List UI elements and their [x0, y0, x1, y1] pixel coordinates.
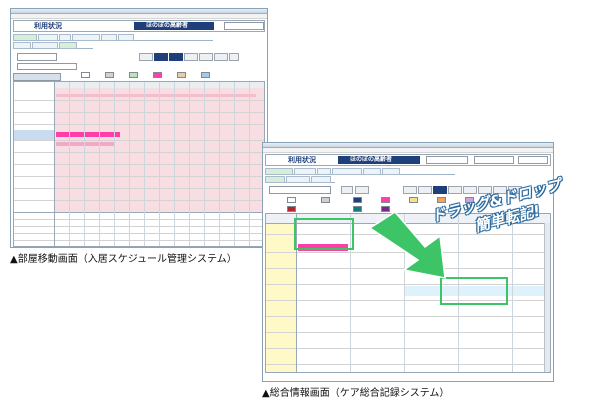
summary-rows [14, 212, 264, 246]
header-bar: 利用状況 ほのぼの高齢者 [265, 154, 551, 166]
room-number-column [266, 223, 296, 372]
legend-swatch-white [81, 72, 90, 78]
search-field[interactable] [17, 53, 57, 61]
toolbar-button-5[interactable] [199, 53, 213, 61]
extra-field[interactable] [518, 156, 548, 164]
display-button[interactable] [355, 186, 369, 194]
tab-2[interactable] [38, 34, 58, 41]
main-tab-row [13, 34, 213, 41]
legend-swatch-pink [153, 72, 162, 78]
menu-bar [263, 148, 553, 153]
toolbar-button-1[interactable] [139, 53, 153, 61]
main-tab-row [265, 168, 455, 175]
facility-select[interactable] [269, 186, 331, 194]
drag-source-box [294, 218, 354, 250]
legend-swatch-navy [353, 197, 362, 203]
toolbar-button-7[interactable] [229, 53, 239, 61]
subtab-1[interactable] [13, 42, 31, 49]
subtab-3[interactable] [311, 176, 331, 183]
tab-6[interactable] [382, 168, 400, 175]
room-move-header-button[interactable] [13, 73, 61, 81]
stay-bar-light-1[interactable] [56, 94, 256, 97]
user-field[interactable] [224, 22, 264, 30]
usage-status-button[interactable]: 利用状況 [288, 155, 316, 165]
legend-swatch-magenta [381, 197, 390, 203]
toolbar-button-1[interactable] [403, 186, 417, 194]
legend-swatch-gray [321, 197, 330, 203]
usage-status-button[interactable]: 利用状況 [34, 21, 62, 31]
legend-swatch-white [287, 197, 296, 203]
app-title-banner: ほのぼの高齢者 [338, 156, 420, 164]
toolbar-button-6[interactable] [214, 53, 228, 61]
menu-bar [11, 14, 267, 19]
stay-bar-pink-2[interactable] [56, 142, 114, 146]
scrollbar-vertical[interactable] [544, 223, 550, 372]
day-column-2 [350, 223, 404, 372]
screenshot-composite: 利用状況 ほのぼの高齢者 利用状況 ほのぼの高齢者 ドラッグ&ドロップ 簡単転記… [0, 0, 600, 400]
app-title-banner: ほのぼの高齢者 [134, 22, 214, 30]
toolbar-button-2[interactable] [154, 53, 168, 61]
app-title: ほのぼの高齢者 [350, 156, 393, 163]
legend-swatch-tan [177, 72, 186, 78]
legend-swatch-yellow [409, 197, 418, 203]
tab-4[interactable] [332, 168, 362, 175]
header-bar: 利用状況 ほのぼの高齢者 [13, 20, 265, 32]
toolbar-button-3[interactable] [169, 53, 183, 61]
legend-bar [81, 71, 265, 79]
schedule-grid [13, 81, 265, 247]
right-caption: ▲総合情報画面（ケア総合記録システム） [262, 388, 450, 399]
tab-1[interactable] [13, 34, 37, 41]
facility-select[interactable] [17, 63, 77, 70]
tab-5[interactable] [363, 168, 381, 175]
legend-swatch-green [129, 72, 138, 78]
legend-swatch-blue [201, 72, 210, 78]
tab-3[interactable] [317, 168, 331, 175]
filter-button[interactable] [341, 186, 353, 194]
subtab-3[interactable] [59, 42, 77, 49]
legend-swatch-purple [381, 206, 390, 212]
left-caption: ▲部屋移動画面（入居スケジュール管理システム） [10, 254, 237, 265]
subtab-1[interactable] [265, 176, 285, 183]
tab-4[interactable] [72, 34, 100, 41]
info-field[interactable] [474, 156, 514, 164]
sub-tab-row [13, 42, 93, 49]
app-title: ほのぼの高齢者 [146, 22, 189, 29]
user-field[interactable] [426, 156, 468, 164]
legend-swatch-gray [105, 72, 114, 78]
toolbar-right [139, 53, 265, 61]
toolbar-button-4[interactable] [184, 53, 198, 61]
tab-5[interactable] [101, 34, 117, 41]
legend-swatch-red [287, 206, 296, 212]
tab-6[interactable] [118, 34, 134, 41]
sub-tab-row [265, 176, 335, 183]
dragged-stay-bar[interactable] [56, 132, 120, 137]
subtab-2[interactable] [286, 176, 310, 183]
tab-3[interactable] [59, 34, 71, 41]
selected-room-row [14, 130, 54, 140]
tab-2[interactable] [294, 168, 316, 175]
tab-1[interactable] [265, 168, 293, 175]
drop-target-box [440, 277, 508, 305]
subtab-2[interactable] [32, 42, 58, 49]
room-move-window: 利用状況 ほのぼの高齢者 [10, 8, 268, 248]
legend-swatch-teal [353, 206, 362, 212]
